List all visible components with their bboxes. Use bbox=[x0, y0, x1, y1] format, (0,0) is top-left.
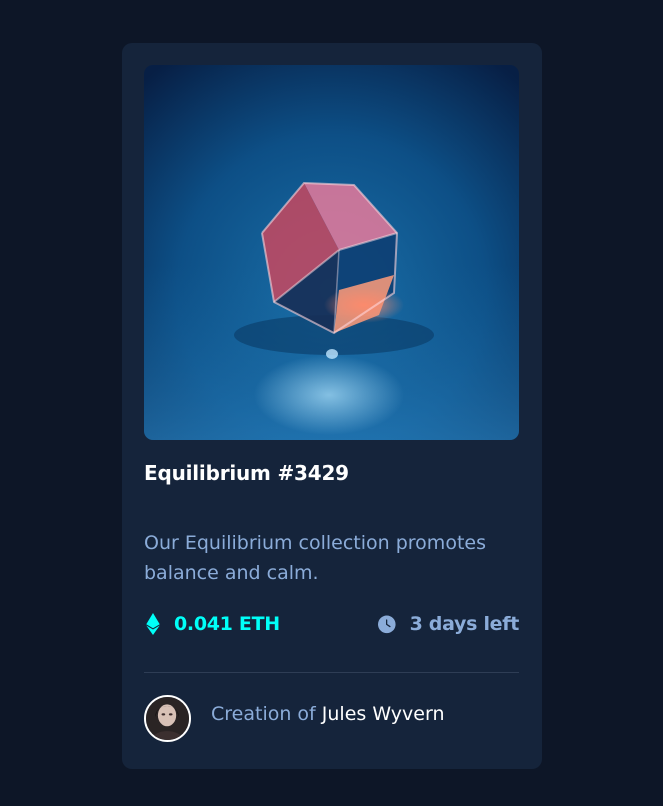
nft-title[interactable]: Equilibrium #3429 bbox=[144, 461, 349, 485]
clock-icon bbox=[377, 613, 396, 635]
nft-stats: 0.041 ETH 3 days left bbox=[144, 613, 519, 643]
creator-text: Creation of Jules Wyvern bbox=[211, 703, 444, 725]
price: 0.041 ETH bbox=[144, 613, 280, 635]
creator-info: Creation of Jules Wyvern bbox=[144, 693, 444, 743]
creator-prefix: Creation of bbox=[211, 703, 322, 725]
divider bbox=[144, 672, 519, 673]
avatar bbox=[144, 694, 191, 742]
creator-name-link[interactable]: Jules Wyvern bbox=[322, 703, 445, 725]
price-value: 0.041 ETH bbox=[174, 613, 280, 635]
time-left-value: 3 days left bbox=[409, 613, 520, 635]
nft-description: Our Equilibrium collection promotes bala… bbox=[144, 532, 486, 584]
time-remaining: 3 days left bbox=[377, 613, 520, 635]
equilibrium-image[interactable] bbox=[144, 65, 519, 440]
nft-card: Equilibrium #3429 Our Equilibrium collec… bbox=[122, 43, 542, 769]
ethereum-icon bbox=[144, 613, 162, 635]
